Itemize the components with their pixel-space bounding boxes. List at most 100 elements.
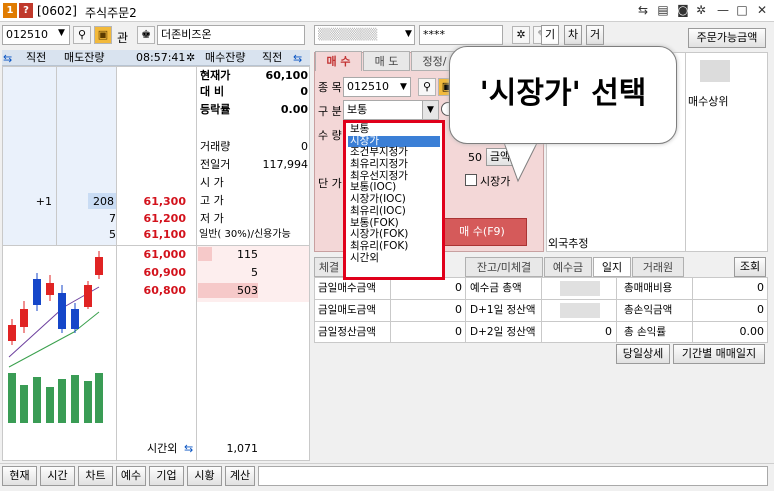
chevron-down-icon[interactable]: ▼ <box>422 101 438 119</box>
d1-settle-label: D+1일 정산액 <box>470 304 536 316</box>
minimize-button[interactable]: — <box>715 2 731 18</box>
sell-price[interactable]: 61,200 <box>120 211 186 227</box>
dropdown-option[interactable]: 최유리(FOK) <box>348 240 440 253</box>
tab-journal[interactable]: 일지 <box>593 257 631 277</box>
header-sell-qty: 매도잔량 <box>64 51 105 64</box>
status-chart-button[interactable]: 차트 <box>78 466 113 486</box>
daily-detail-button[interactable]: 당일상세 <box>616 344 670 364</box>
status-calc-button[interactable]: 계산 <box>225 466 255 486</box>
status-deposit-button[interactable]: 예수 <box>116 466 146 486</box>
tab-button-3[interactable]: 거 <box>586 25 604 45</box>
settings-gear-icon[interactable]: ✲ <box>512 26 530 44</box>
status-company-button[interactable]: 기업 <box>149 466 184 486</box>
status-current-button[interactable]: 현재 <box>2 466 37 486</box>
tab-broker[interactable]: 거래원 <box>632 257 684 277</box>
d2-settle-value: 0 <box>605 325 612 338</box>
volume-label: 거래량 <box>200 140 231 153</box>
header-time: 08:57:41 <box>136 51 186 64</box>
tab-buy[interactable]: 매 수 <box>315 51 362 71</box>
arrows-icon[interactable]: ⇆ <box>293 52 302 65</box>
search-icon[interactable]: ⚲ <box>418 78 436 96</box>
tab-deposit[interactable]: 예수금 <box>544 257 592 277</box>
volume-bar <box>46 387 54 423</box>
today-buy-value: 0 <box>455 281 462 294</box>
today-settle-label: 금일정산금액 <box>318 326 376 338</box>
total-pnl-label: 총손익금액 <box>624 304 673 316</box>
available-amount-button[interactable]: 주문가능금액 <box>688 28 766 48</box>
total-pnl-value: 0 <box>757 303 764 316</box>
buy-price[interactable]: 60,800 <box>120 283 186 299</box>
volume-bar <box>58 379 66 423</box>
d2-settle-label: D+2일 정산액 <box>470 326 536 338</box>
arrows-icon[interactable]: ⇆ <box>184 442 193 455</box>
candle <box>20 309 28 327</box>
buy-submit-button[interactable]: 매 수(F9) <box>437 218 527 246</box>
status-time-button[interactable]: 시간 <box>40 466 75 486</box>
candle <box>33 279 41 305</box>
sell-price[interactable]: 61,100 <box>120 227 186 243</box>
favorites-icon[interactable]: ▣ <box>94 26 112 44</box>
total-cost-value: 0 <box>757 281 764 294</box>
help-icon[interactable]: ? <box>19 3 33 18</box>
stock-name-field: 더존비즈온 <box>157 25 305 45</box>
tab-executed[interactable]: 체결 <box>314 257 344 277</box>
volume-bar <box>84 381 92 423</box>
mini-candle-chart <box>8 251 103 423</box>
current-price-value: 60,100 <box>265 69 308 82</box>
sell-qty[interactable]: 208 <box>60 194 114 210</box>
masked-value <box>700 60 730 82</box>
total-cost-label: 총매매비용 <box>624 282 673 294</box>
tab-button-2[interactable]: 차 <box>564 25 582 45</box>
order-type-dropdown[interactable]: 보통 시장가 조건부지정가 최유리지정가 최우선지정가 보통(IOC) 시장가(… <box>343 120 445 280</box>
diff-label: 대 비 <box>200 85 225 98</box>
buy-price[interactable]: 61,000 <box>120 247 186 263</box>
buy-qty[interactable]: 115 <box>200 247 258 263</box>
chevron-down-icon[interactable]: ▼ <box>400 82 407 92</box>
callout-text: '시장가' 선택 <box>479 76 647 111</box>
link-icon[interactable]: ⇆ <box>635 2 651 18</box>
account-number-field[interactable]: ▒▒▒▒▒▒▒ <box>314 25 415 45</box>
open-label: 시 가 <box>200 176 224 189</box>
period-journal-button[interactable]: 기간별 매매일지 <box>673 344 765 364</box>
header-prev: 직전 <box>26 51 47 64</box>
dropdown-option[interactable]: 최유리(IOC) <box>348 205 440 218</box>
market-price-checkbox[interactable] <box>465 174 477 186</box>
sell-price[interactable]: 61,300 <box>120 194 186 210</box>
dropdown-option[interactable]: 시간외 <box>348 252 440 265</box>
status-market-button[interactable]: 시황 <box>187 466 222 486</box>
memo-icon[interactable]: ▤ <box>655 2 671 18</box>
inquiry-button[interactable]: 조회 <box>734 257 766 277</box>
buy-price[interactable]: 60,900 <box>120 265 186 281</box>
tab-button-1[interactable]: 기 <box>541 25 559 45</box>
maximize-button[interactable]: □ <box>734 2 750 18</box>
candle <box>71 309 79 329</box>
masked-value <box>560 303 600 318</box>
arrows-icon[interactable]: ⇆ <box>3 52 12 65</box>
volume-bar <box>20 385 28 423</box>
chevron-down-icon[interactable]: ▼ <box>58 28 65 38</box>
stock-info-icon[interactable]: ♚ <box>137 26 155 44</box>
candle <box>58 293 66 329</box>
dropdown-option[interactable]: 보통 <box>348 123 440 136</box>
buy-qty[interactable]: 503 <box>200 283 258 299</box>
tab-sell[interactable]: 매 도 <box>363 51 410 71</box>
dropdown-option[interactable]: 최유리지정가 <box>348 158 440 171</box>
password-field[interactable]: **** <box>419 25 503 45</box>
tab-balance[interactable]: 잔고/미체결 <box>465 257 543 277</box>
diff-value: 0 <box>300 85 308 98</box>
after-hours-label: 시간외 <box>147 442 178 455</box>
search-icon[interactable]: ⚲ <box>73 26 91 44</box>
related-label[interactable]: 관 <box>117 29 128 46</box>
close-button[interactable]: ✕ <box>754 2 770 18</box>
camera-icon[interactable]: ◙ <box>675 2 691 18</box>
after-hours-value: 1,071 <box>226 442 259 455</box>
prev-volume-value: 117,994 <box>262 158 309 171</box>
sell-prev: +1 <box>35 195 52 208</box>
chevron-down-icon[interactable]: ▼ <box>405 29 412 39</box>
settings-gear-icon[interactable]: ✲ <box>693 2 709 18</box>
today-settle-value: 0 <box>455 325 462 338</box>
buy-qty[interactable]: 5 <box>200 265 258 281</box>
screen-number-badge[interactable]: 1 <box>3 3 17 18</box>
gear-icon[interactable]: ✲ <box>186 51 195 64</box>
volume-bar <box>71 375 79 423</box>
